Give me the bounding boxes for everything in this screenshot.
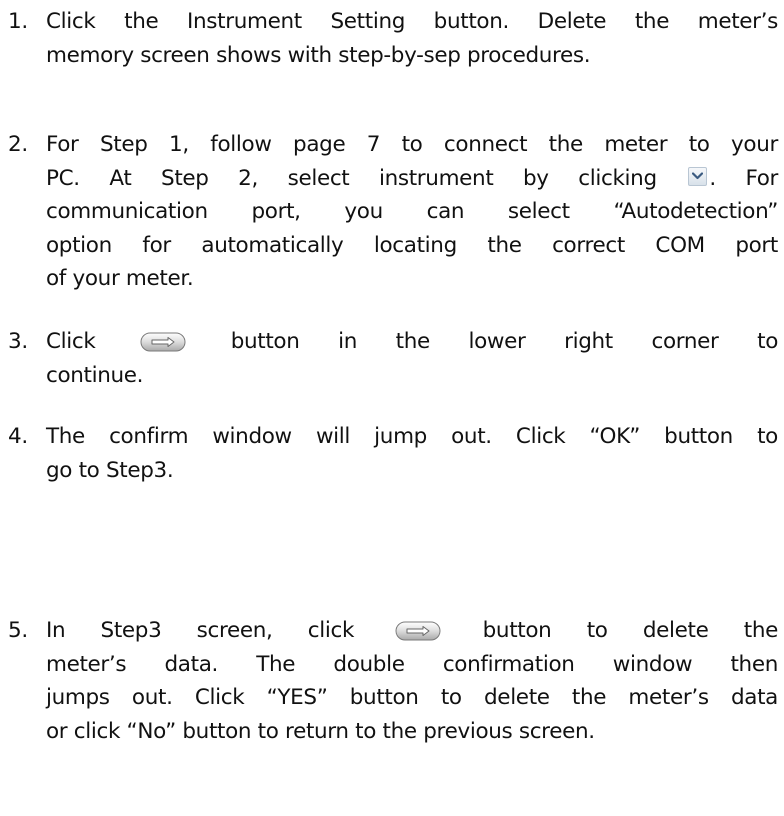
step-number: 4. — [8, 424, 28, 449]
step-number: 3. — [8, 329, 28, 354]
step-text-line: continue. — [46, 362, 144, 388]
instruction-step-2: 2. For Step 1, follow page 7 to connect t… — [8, 128, 778, 296]
step-text-line: option for automatically locating the co… — [46, 232, 778, 258]
step-text-line: jumps out. Click “YES” button to delete … — [46, 685, 778, 710]
step-text-line: button in the lower right corner to — [230, 329, 779, 354]
step-text-line: of your meter. — [46, 266, 194, 291]
instruction-step-1: 1. Click the Instrument Setting button. D… — [8, 5, 778, 72]
step-text-line: For Step 1, follow page 7 to connect the… — [46, 132, 778, 157]
step-text-line: memory screen shows with step-by-sep pro… — [46, 42, 591, 68]
step-text-line: The confirm window will jump out. Click … — [46, 424, 778, 449]
next-arrow-button-icon — [395, 621, 441, 641]
step-number: 1. — [8, 9, 28, 34]
step-text-line: meter’s data. The double confirmation wi… — [46, 651, 778, 677]
step-text-line: PC. At Step 2, select instrument by clic… — [46, 165, 657, 191]
step-text-line: In Step3 screen, click — [46, 618, 355, 643]
step-text-line: . For — [709, 165, 779, 191]
step-number: 5. — [8, 618, 28, 643]
step-text-line: communication port, you can select “Auto… — [46, 199, 778, 224]
step-text-line: Click — [46, 329, 96, 354]
step-number: 2. — [8, 132, 28, 157]
instruction-page: 1. Click the Instrument Setting button. D… — [0, 0, 784, 816]
step-text-line: or click “No” button to return to the pr… — [46, 718, 595, 744]
step-text-line: button to delete the — [482, 618, 779, 643]
next-arrow-button-icon — [140, 332, 186, 352]
dropdown-arrow-icon — [688, 167, 708, 186]
instruction-step-4: 4. The confirm window will jump out. Clic… — [8, 420, 778, 487]
instruction-step-5: 5. In Step3 screen, click button to delet… — [8, 614, 778, 748]
step-text-line: Click the Instrument Setting button. Del… — [46, 9, 778, 34]
instruction-step-3: 3. Click button in the lower right corner… — [8, 325, 778, 392]
step-text-line: go to Step3. — [46, 457, 174, 483]
